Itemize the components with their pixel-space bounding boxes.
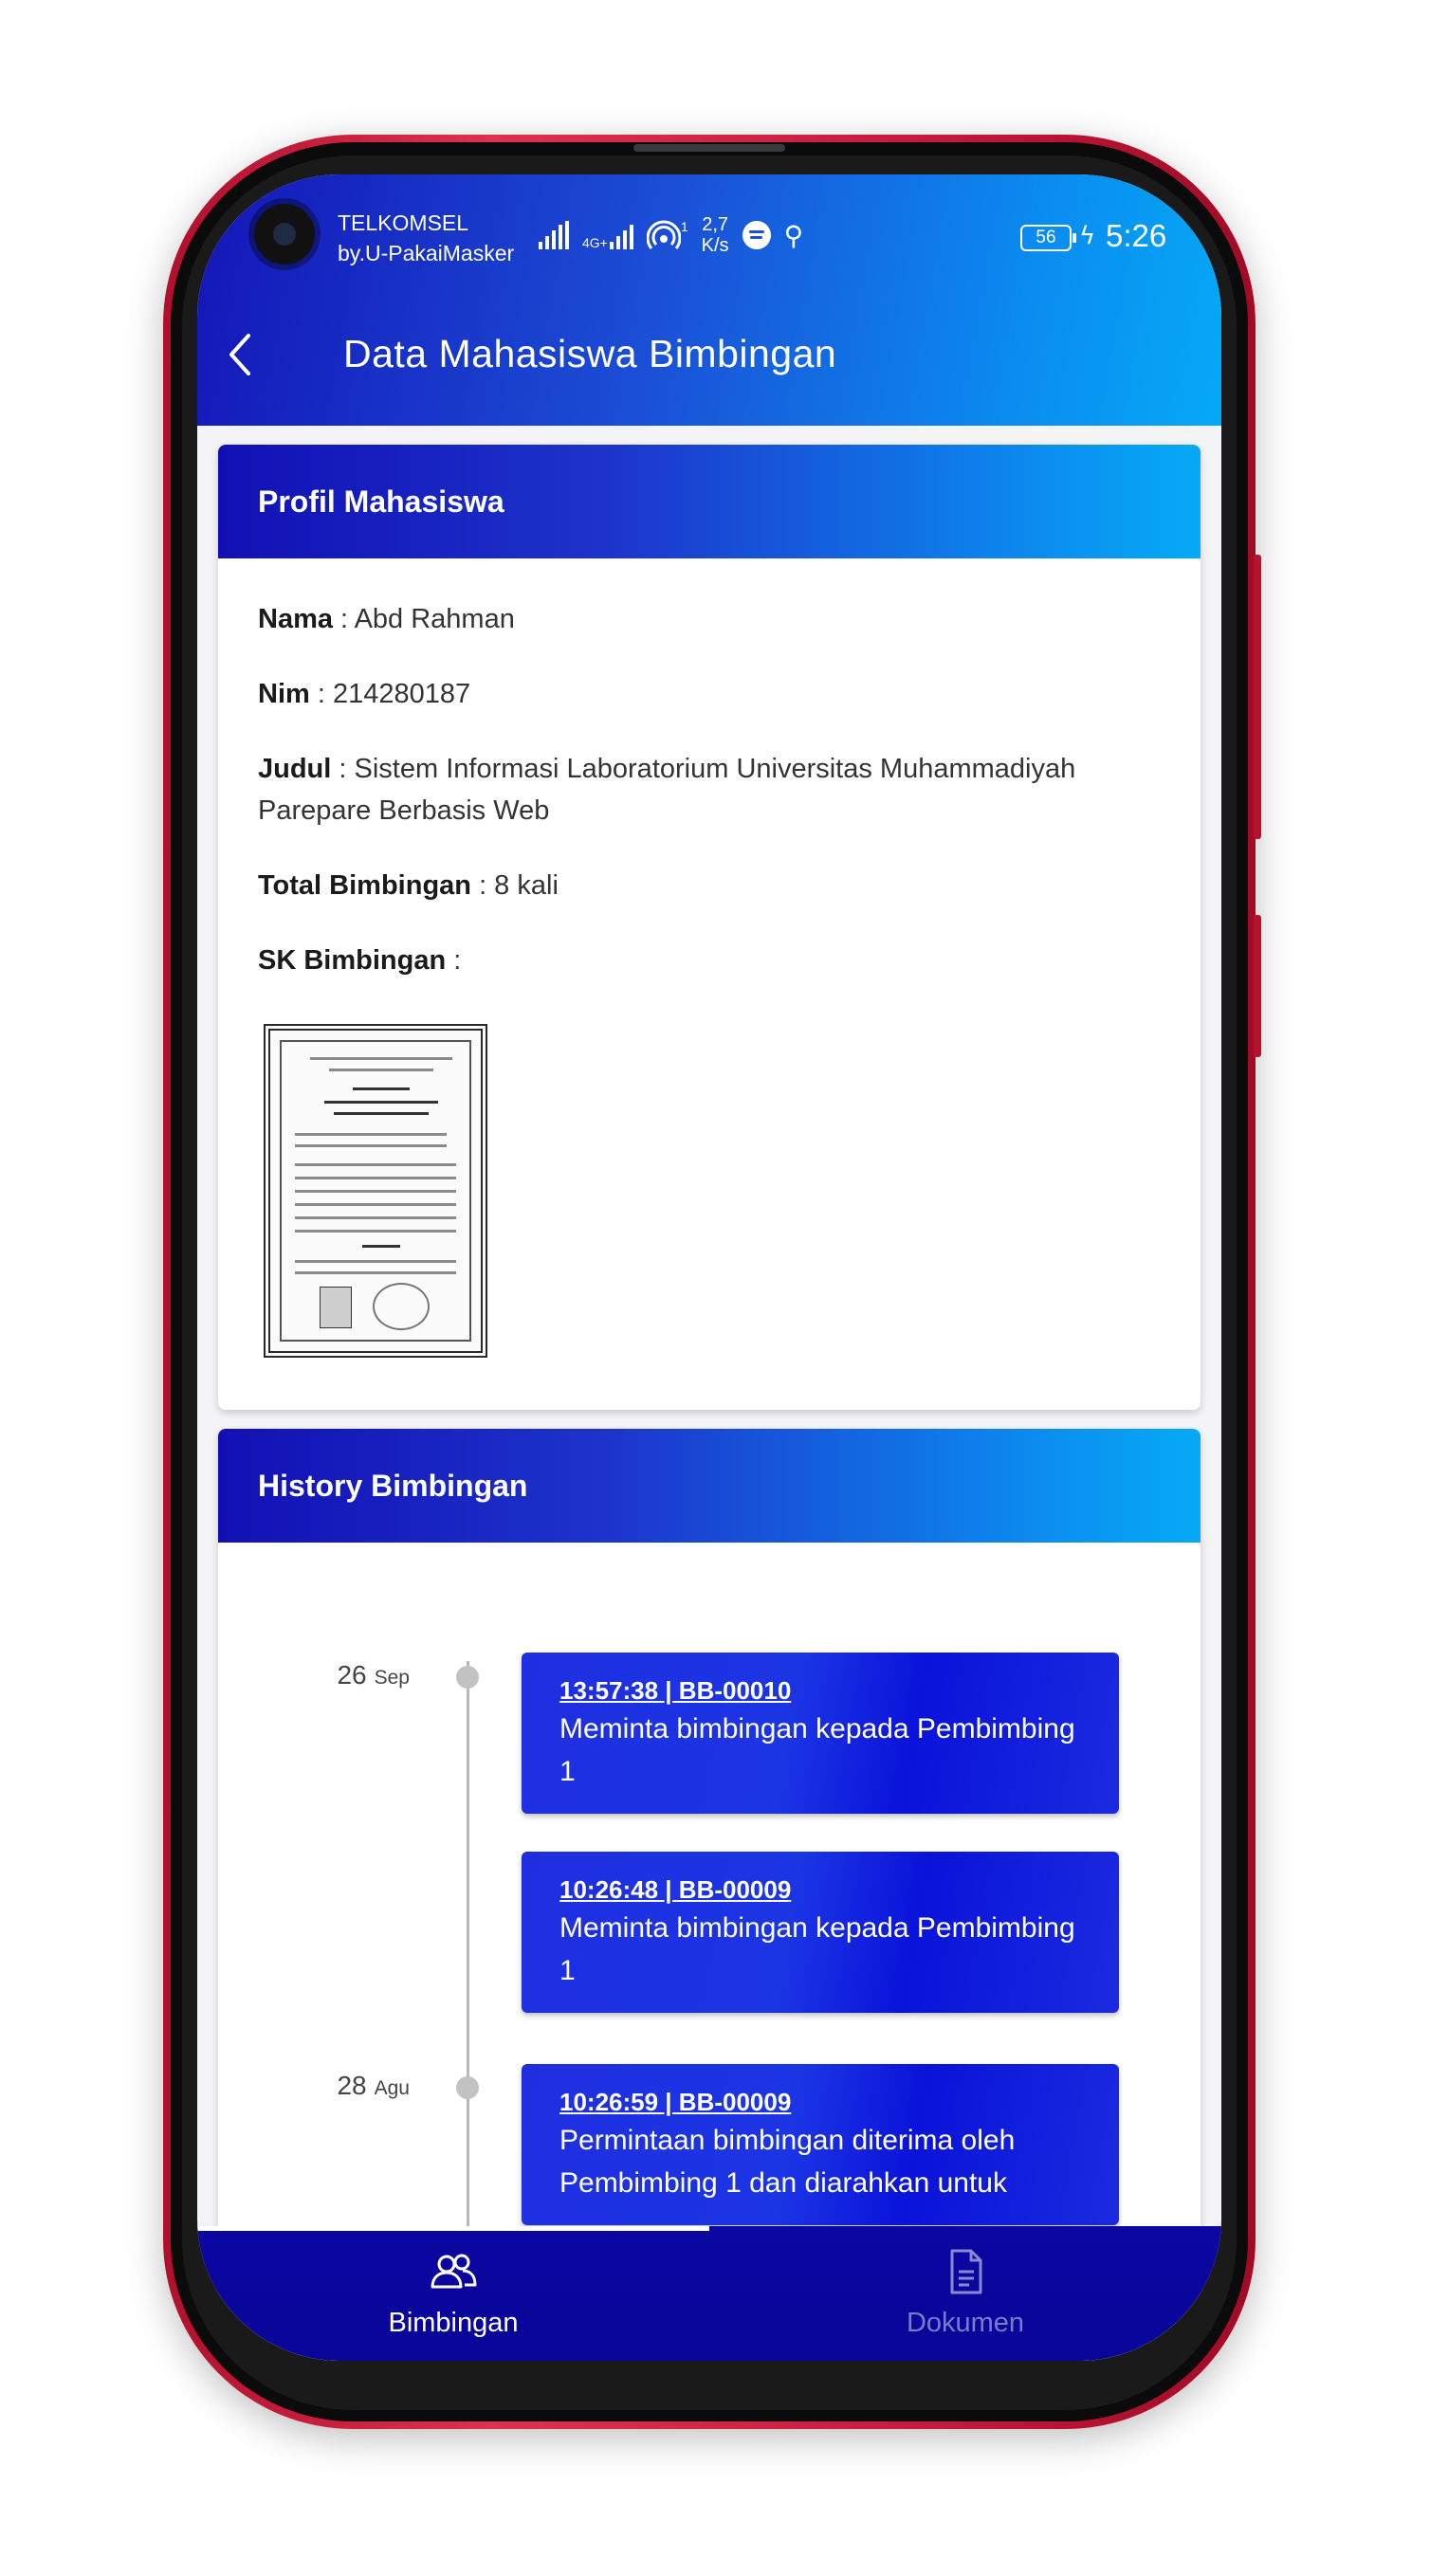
charging-icon: ϟ xyxy=(1079,222,1096,250)
profile-card-title: Profil Mahasiswa xyxy=(218,445,1201,558)
document-icon xyxy=(950,2249,982,2294)
earpiece-speaker xyxy=(633,144,785,152)
network-type: 4G+ xyxy=(582,235,608,250)
hotspot-count: 1 xyxy=(680,219,688,234)
profile-card: Profil Mahasiswa Nama : Abd Rahman Nim :… xyxy=(218,445,1201,1410)
timeline-date: 28 Agu xyxy=(337,2071,410,2100)
chevron-left-icon xyxy=(229,334,250,375)
timeline-dot xyxy=(456,2076,479,2099)
tab-bimbingan[interactable]: Bimbingan xyxy=(197,2226,709,2361)
network-speed: 2,7 K/s xyxy=(701,214,729,256)
front-camera xyxy=(254,204,315,265)
hotspot-icon: 1 xyxy=(646,219,688,250)
tab-dokumen-label: Dokumen xyxy=(906,2308,1025,2338)
app-screen: TELKOMSEL by.U-PakaiMasker 4G+ 1 2,7 K/s xyxy=(197,174,1221,2361)
carrier-name: TELKOMSEL xyxy=(338,210,469,235)
field-nim: Nim : 214280187 xyxy=(258,679,471,709)
timeline-dot xyxy=(456,1666,479,1689)
field-total-bimbingan: Total Bimbingan : 8 kali xyxy=(258,870,559,901)
field-judul: Judul : Sistem Informasi Laboratorium Un… xyxy=(258,754,1076,826)
battery-indicator: 56 xyxy=(1020,225,1076,251)
entry-description: Meminta bimbingan kepada Pembimbing 1 xyxy=(559,1912,1075,1986)
entry-description: Meminta bimbingan kepada Pembimbing 1 xyxy=(559,1713,1075,1787)
entry-description: Permintaan bimbingan diterima oleh Pembi… xyxy=(559,2125,1016,2199)
signal-icon xyxy=(539,221,569,249)
history-card-title: History Bimbingan xyxy=(218,1429,1201,1543)
volume-button xyxy=(1254,555,1261,839)
tab-bimbingan-label: Bimbingan xyxy=(388,2308,519,2338)
spotify-icon xyxy=(742,221,771,249)
bottom-navigation: Bimbingan Dokumen xyxy=(197,2226,1221,2361)
users-icon xyxy=(431,2254,477,2289)
usb-icon: ⚲ xyxy=(783,219,804,251)
timeline-entry[interactable]: 13:57:38 | BB-00010 Meminta bimbingan ke… xyxy=(522,1653,1119,1814)
signal-4g-icon: 4G+ xyxy=(582,221,633,249)
tab-dokumen[interactable]: Dokumen xyxy=(709,2226,1221,2361)
app-header: TELKOMSEL by.U-PakaiMasker 4G+ 1 2,7 K/s xyxy=(197,174,1221,426)
status-clock: 5:26 xyxy=(1106,218,1167,253)
timeline-entry[interactable]: 10:26:48 | BB-00009 Meminta bimbingan ke… xyxy=(522,1852,1119,2013)
entry-code[interactable]: 10:26:59 | BB-00009 xyxy=(559,2085,1081,2119)
entry-code[interactable]: 13:57:38 | BB-00010 xyxy=(559,1673,1081,1708)
status-icons: 4G+ 1 2,7 K/s ⚲ xyxy=(539,214,804,256)
field-sk-bimbingan: SK Bimbingan : xyxy=(258,945,462,976)
history-card: History Bimbingan 26 Sep 13:57:38 | BB-00… xyxy=(218,1429,1201,2361)
carrier-sub: by.U-PakaiMasker xyxy=(338,241,515,265)
field-nama: Nama : Abd Rahman xyxy=(258,604,515,634)
sk-document-image[interactable] xyxy=(264,1024,487,1358)
back-button[interactable] xyxy=(216,321,264,388)
page-title: Data Mahasiswa Bimbingan xyxy=(343,332,837,375)
entry-code[interactable]: 10:26:48 | BB-00009 xyxy=(559,1873,1081,1907)
power-button xyxy=(1254,915,1261,1057)
timeline-entry[interactable]: 10:26:59 | BB-00009 Permintaan bimbingan… xyxy=(522,2064,1119,2225)
timeline-date: 26 Sep xyxy=(337,1660,410,1690)
